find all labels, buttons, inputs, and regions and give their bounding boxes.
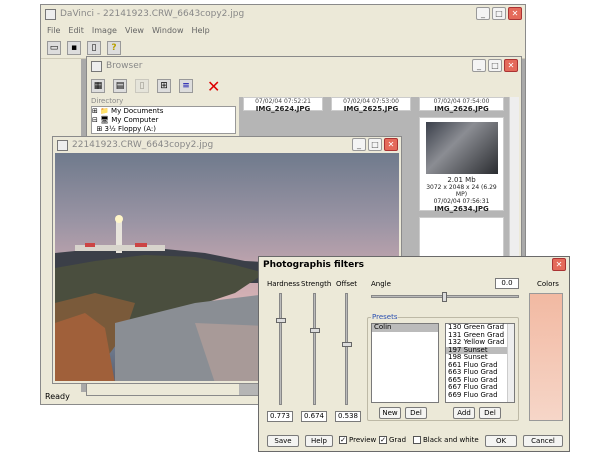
- offset-label: Offset: [336, 280, 358, 288]
- color-preview[interactable]: [529, 293, 563, 421]
- preset-items-list[interactable]: 130 Green Grad 131 Green Grad 132 Yellow…: [445, 323, 515, 403]
- image-close-button[interactable]: ✕: [384, 138, 398, 151]
- close-button[interactable]: ✕: [508, 7, 522, 20]
- image-title: 22141923.CRW_6643copy2.jpg: [72, 140, 214, 150]
- menu-file[interactable]: File: [47, 26, 60, 35]
- offset-slider[interactable]: [342, 293, 352, 405]
- hardness-label: Hardness: [267, 280, 300, 288]
- menu-edit[interactable]: Edit: [68, 26, 84, 35]
- thumbnail-item[interactable]: 07/02/04 07:54:00 IMG_2626.JPG: [419, 97, 504, 113]
- menu-help[interactable]: Help: [191, 26, 209, 35]
- help-button[interactable]: Help: [305, 435, 333, 447]
- list-view-icon[interactable]: ≡: [179, 79, 193, 93]
- browser-minimize-button[interactable]: _: [472, 59, 486, 72]
- bw-check-icon: [413, 436, 421, 444]
- delete-icon[interactable]: ✕: [207, 77, 220, 96]
- delete-group-button[interactable]: Del: [405, 407, 427, 419]
- save-icon[interactable]: ▪: [67, 40, 81, 55]
- browser-toolbar: ▦ ▤ ▯ ⊞ ≡ ✕: [91, 75, 220, 97]
- preview-check-icon: ✓: [339, 436, 347, 444]
- ok-button[interactable]: OK: [485, 435, 517, 447]
- directory-label: Directory: [91, 97, 124, 105]
- browser-title: Browser: [106, 61, 143, 71]
- grad-check-icon: ✓: [379, 436, 387, 444]
- new-preset-button[interactable]: New: [379, 407, 401, 419]
- minimize-button[interactable]: _: [476, 7, 490, 20]
- tree-my-computer[interactable]: ⊟ 🖥 My Computer: [92, 116, 235, 125]
- tree-floppy[interactable]: ⊞ 3½ Floppy (A:): [92, 125, 235, 134]
- browser-icon: [91, 60, 102, 72]
- filters-dialog: Photographis filters ✕ Hardness Strength…: [258, 256, 570, 452]
- angle-value[interactable]: 0.0: [495, 278, 519, 289]
- preset-group-item[interactable]: Colin: [372, 323, 438, 332]
- image-window-icon: [57, 139, 68, 151]
- thumbnail-item[interactable]: 07/02/04 07:52:21 IMG_2624.JPG: [243, 97, 323, 113]
- copy-icon[interactable]: ▯: [135, 79, 149, 93]
- colors-label: Colors: [537, 280, 559, 288]
- image-title-bar[interactable]: 22141923.CRW_6643copy2.jpg _ □ ✕: [53, 137, 401, 153]
- menu-bar: File Edit Image View Window Help: [41, 23, 525, 37]
- detail-view-icon[interactable]: ▤: [113, 79, 127, 93]
- thumbnail-item[interactable]: [419, 217, 504, 257]
- help-icon[interactable]: ?: [107, 40, 121, 55]
- main-title: DaVinci - 22141923.CRW_6643copy2.jpg: [60, 9, 245, 19]
- thumb-name: IMG_2625.JPG: [343, 105, 399, 113]
- maximize-button[interactable]: □: [492, 7, 506, 20]
- bw-checkbox[interactable]: Black and white: [413, 436, 479, 444]
- thumbnail-view-icon[interactable]: ▦: [91, 79, 105, 93]
- strength-label: Strength: [301, 280, 332, 288]
- open-folder-icon[interactable]: ▭: [47, 40, 61, 55]
- grad-checkbox[interactable]: ✓ Grad: [379, 436, 406, 444]
- strength-value[interactable]: 0.674: [301, 411, 327, 422]
- filters-title-bar[interactable]: Photographis filters ✕: [259, 257, 569, 272]
- filters-close-button[interactable]: ✕: [552, 258, 566, 271]
- menu-window[interactable]: Window: [152, 26, 184, 35]
- browser-maximize-button[interactable]: □: [488, 59, 502, 72]
- angle-slider-thumb[interactable]: [442, 292, 447, 302]
- directory-tree: ⊞ 📁 My Documents ⊟ 🖥 My Computer ⊞ 3½ Fl…: [91, 106, 236, 134]
- thumb-name: IMG_2624.JPG: [255, 105, 311, 113]
- grid-view-icon[interactable]: ⊞: [157, 79, 171, 93]
- app-icon: [45, 8, 56, 20]
- angle-label: Angle: [371, 280, 391, 288]
- browser-close-button[interactable]: ✕: [504, 59, 518, 72]
- offset-value[interactable]: 0.538: [335, 411, 361, 422]
- offset-slider-thumb[interactable]: [342, 342, 352, 348]
- image-minimize-button[interactable]: _: [352, 138, 366, 151]
- preset-scrollbar[interactable]: [507, 324, 514, 402]
- preview-checkbox[interactable]: ✓ Preview: [339, 436, 376, 444]
- menu-view[interactable]: View: [125, 26, 144, 35]
- preset-groups-list[interactable]: Colin: [371, 323, 439, 403]
- thumbnail-item[interactable]: 07/02/04 07:53:00 IMG_2625.JPG: [331, 97, 411, 113]
- add-preset-button[interactable]: Add: [453, 407, 475, 419]
- thumbnail-item[interactable]: 2.01 Mb 3072 x 2048 x 24 (6.29 MP) 07/02…: [419, 117, 504, 213]
- hardness-slider[interactable]: [276, 293, 286, 405]
- main-title-bar[interactable]: DaVinci - 22141923.CRW_6643copy2.jpg _ □…: [41, 5, 525, 23]
- preset-item[interactable]: 669 Fluo Grad: [446, 391, 514, 400]
- angle-slider[interactable]: [371, 292, 519, 302]
- tree-my-documents[interactable]: ⊞ 📁 My Documents: [92, 107, 235, 116]
- menu-image[interactable]: Image: [92, 26, 117, 35]
- strength-slider[interactable]: [310, 293, 320, 405]
- browse-icon[interactable]: ▯: [87, 40, 101, 55]
- delete-preset-button[interactable]: Del: [479, 407, 501, 419]
- filters-title: Photographis filters: [263, 259, 365, 270]
- image-maximize-button[interactable]: □: [368, 138, 382, 151]
- thumbnail-image: [425, 122, 498, 174]
- save-button[interactable]: Save: [267, 435, 299, 447]
- presets-label: Presets: [371, 313, 399, 321]
- hardness-slider-thumb[interactable]: [276, 317, 286, 323]
- hardness-value[interactable]: 0.773: [267, 411, 293, 422]
- browser-title-bar[interactable]: Browser _ □ ✕: [87, 57, 521, 75]
- strength-slider-thumb[interactable]: [310, 327, 320, 333]
- cancel-button[interactable]: Cancel: [523, 435, 563, 447]
- thumb-name: IMG_2626.JPG: [434, 105, 489, 113]
